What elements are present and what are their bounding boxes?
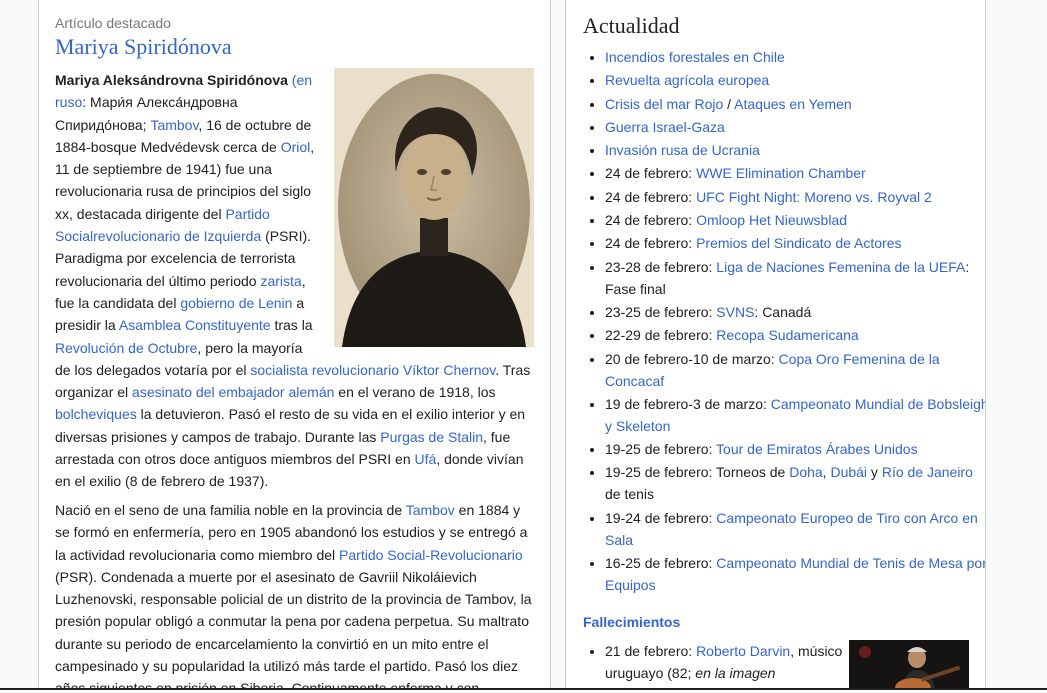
text-run: de tenis xyxy=(605,486,655,503)
inline-link[interactable]: Tour de Emiratos Árabes Unidos xyxy=(716,441,918,457)
news-item: Revuelta agrícola europea xyxy=(605,69,985,91)
guitarist-illustration xyxy=(849,640,969,690)
news-item: Guerra Israel-Gaza xyxy=(605,116,985,138)
news-item: 24 de febrero: UFC Fight Night: Moreno v… xyxy=(605,186,985,208)
text-run: 19-25 de febrero: xyxy=(605,441,717,458)
bottom-divider xyxy=(0,688,1047,690)
text-run: : Canadá xyxy=(754,303,812,320)
news-item: Crisis del mar Rojo / Ataques en Yemen xyxy=(605,93,985,115)
text-run: 21 de febrero: xyxy=(605,643,697,659)
bold-text: Mariya Aleksándrovna Spiridónova xyxy=(55,72,288,88)
text-run: 20 de febrero-10 de marzo: xyxy=(605,350,779,367)
inline-link[interactable]: Partido Social-Revolucionario xyxy=(339,547,523,563)
inline-link[interactable]: SVNS xyxy=(716,304,754,320)
inline-link[interactable]: gobierno de Lenin xyxy=(180,295,292,311)
deaths-list: 21 de febrero: Roberto Darvin, músico ur… xyxy=(583,640,845,684)
text-run: y xyxy=(867,464,882,481)
text-run: / xyxy=(723,95,735,112)
featured-title-link[interactable]: Mariya Spiridónova xyxy=(55,34,232,60)
inline-link[interactable]: WWE Elimination Chamber xyxy=(696,165,866,181)
inline-link[interactable]: Revuelta agrícola europea xyxy=(605,72,769,88)
text-run: 23-25 de febrero: xyxy=(605,303,717,320)
inline-link[interactable]: Incendios forestales en Chile xyxy=(605,49,785,65)
news-item: 19-25 de febrero: Tour de Emiratos Árabe… xyxy=(605,438,985,460)
inline-link[interactable]: Guerra Israel-Gaza xyxy=(605,119,725,135)
death-item: 21 de febrero: Roberto Darvin, músico ur… xyxy=(605,640,845,684)
inline-link[interactable]: Omloop Het Nieuwsblad xyxy=(696,212,847,228)
image-spacer xyxy=(337,71,537,350)
news-item: 23-25 de febrero: SVNS: Canadá xyxy=(605,301,985,323)
news-item: 16-25 de febrero: Campeonato Mundial de … xyxy=(605,552,985,596)
inline-link[interactable]: Crisis del mar Rojo xyxy=(605,96,723,112)
news-title: Actualidad xyxy=(583,13,680,38)
inline-link[interactable]: Asamblea Constituyente xyxy=(119,317,271,333)
inline-link[interactable]: zarista xyxy=(260,273,301,289)
news-item: 19-25 de febrero: Torneos de Doha, Dubái… xyxy=(605,461,985,505)
featured-paragraph-2: Nació en el seno de una familia noble en… xyxy=(55,499,537,690)
inline-link[interactable]: Recopa Sudamericana xyxy=(716,327,858,343)
text-run: 24 de febrero: xyxy=(605,235,697,252)
inline-link[interactable]: Premios del Sindicato de Actores xyxy=(696,235,901,251)
text-run: 24 de febrero: xyxy=(605,165,697,182)
inline-link[interactable]: Liga de Naciones Femenina de la UEFA xyxy=(716,259,965,275)
text-run: 16-25 de febrero: xyxy=(605,555,717,572)
news-item: 24 de febrero: WWE Elimination Chamber xyxy=(605,162,985,184)
inline-link[interactable]: Revolución de Octubre xyxy=(55,340,197,356)
news-item: 19-24 de febrero: Campeonato Europeo de … xyxy=(605,507,985,551)
text-run: Nació en el seno de una familia noble en… xyxy=(55,502,406,518)
news-item: 24 de febrero: Premios del Sindicato de … xyxy=(605,232,985,254)
inline-link[interactable]: bolcheviques xyxy=(55,406,137,422)
deceased-photo[interactable] xyxy=(849,640,969,690)
news-item: 23-28 de febrero: Liga de Naciones Femen… xyxy=(605,256,985,300)
inline-link[interactable]: Víktor Chernov xyxy=(403,362,495,378)
news-item: 19 de febrero-3 de marzo: Campeonato Mun… xyxy=(605,393,985,437)
text-run: 24 de febrero: xyxy=(605,212,697,229)
inline-link[interactable]: socialista revolucionario xyxy=(250,362,399,378)
text-run: 19-24 de febrero: xyxy=(605,509,717,526)
featured-paragraph-1: Mariya Aleksándrovna Spiridónova (en rus… xyxy=(55,69,537,493)
text-run: 22-29 de febrero: xyxy=(605,327,717,344)
inline-link[interactable]: Tambov xyxy=(150,117,198,133)
featured-article-panel: Artículo destacado Mariya Spiridónova Ma… xyxy=(38,0,551,690)
text-run: 23-28 de febrero: xyxy=(605,258,717,275)
deaths-heading-link[interactable]: Fallecimientos xyxy=(583,614,680,630)
news-item: 24 de febrero: Omloop Het Nieuwsblad xyxy=(605,209,985,231)
inline-link[interactable]: asesinato del embajador alemán xyxy=(132,384,334,400)
inline-link[interactable]: Purgas de Stalin xyxy=(380,429,483,445)
featured-kicker: Artículo destacado xyxy=(55,15,171,31)
news-item: 20 de febrero-10 de marzo: Copa Oro Feme… xyxy=(605,348,985,392)
inline-link[interactable]: Doha xyxy=(789,464,822,480)
news-item: Invasión rusa de Ucrania xyxy=(605,139,985,161)
featured-paragraph-2-text: Nació en el seno de una familia noble en… xyxy=(55,502,532,690)
text-run: en el verano de 1918, los xyxy=(334,384,496,401)
news-panel: Actualidad Incendios forestales en Chile… xyxy=(565,0,986,690)
text-run: en la imagen xyxy=(695,665,776,681)
text-run: 24 de febrero: xyxy=(605,188,697,205)
inline-link[interactable]: Tambov xyxy=(406,502,455,518)
news-item: 22-29 de febrero: Recopa Sudamericana xyxy=(605,324,985,346)
inline-link[interactable]: Oriol xyxy=(281,139,311,155)
inline-link[interactable]: Roberto Darvin xyxy=(696,643,790,659)
text-run: (PSR). Condenada a muerte por el asesina… xyxy=(55,568,532,690)
inline-link[interactable]: UFC Fight Night: Moreno vs. Royval 2 xyxy=(696,189,932,205)
news-list: Incendios forestales en Chile Revuelta ag… xyxy=(583,46,985,597)
inline-link[interactable]: Ataques en Yemen xyxy=(734,96,852,112)
inline-link[interactable]: Invasión rusa de Ucrania xyxy=(605,142,760,158)
inline-link[interactable]: Río de Janeiro xyxy=(882,464,973,480)
text-run: 19-25 de febrero: Torneos de xyxy=(605,464,790,481)
text-run: tras la xyxy=(270,317,313,334)
inline-link[interactable]: Dubái xyxy=(830,464,867,480)
text-run: 19 de febrero-3 de marzo: xyxy=(605,395,771,412)
inline-link[interactable]: Ufá xyxy=(415,451,437,467)
news-item: Incendios forestales en Chile xyxy=(605,46,985,68)
